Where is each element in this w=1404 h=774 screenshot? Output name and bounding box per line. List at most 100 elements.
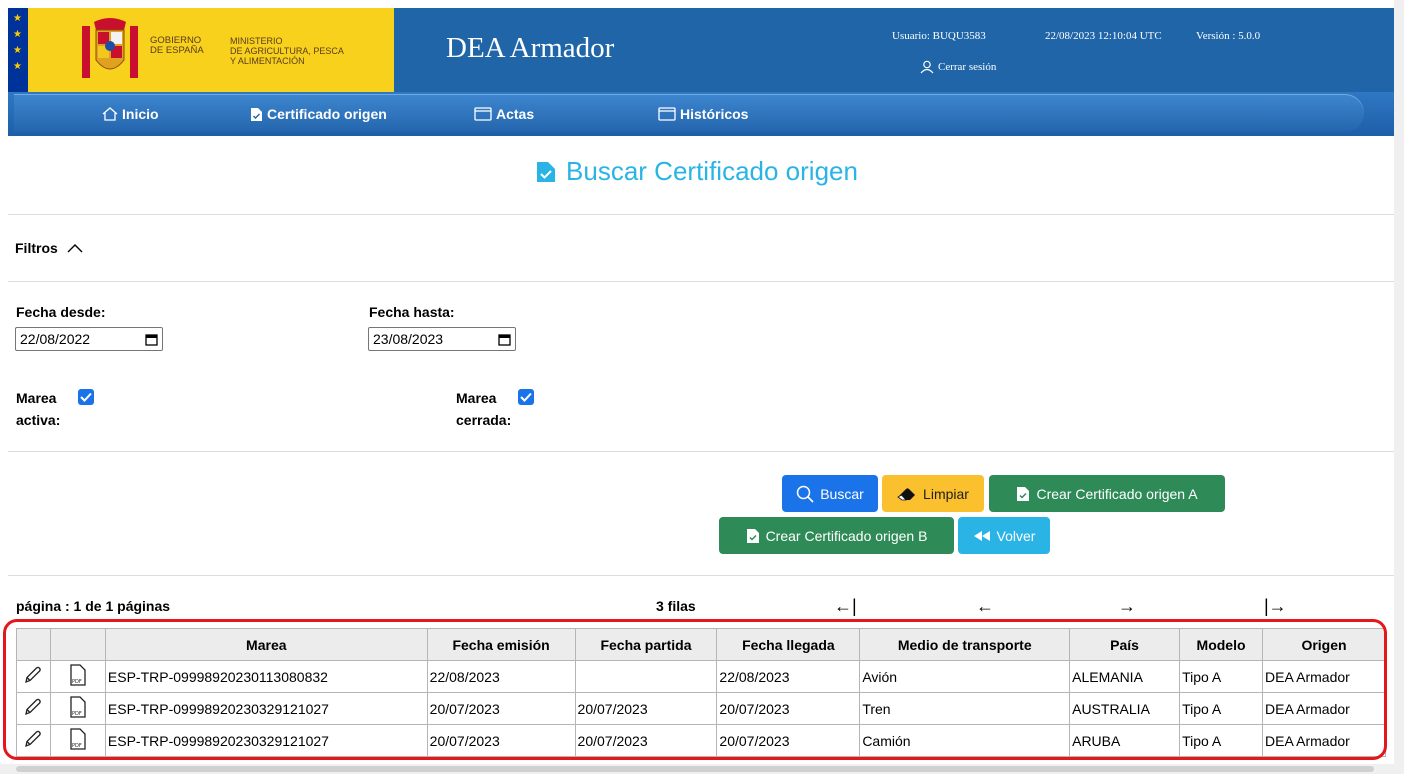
horizontal-scrollbar-thumb[interactable] [16, 766, 1374, 772]
crear-b-label: Crear Certificado origen B [765, 527, 928, 544]
pencil-icon[interactable] [23, 729, 43, 749]
column-header-marea[interactable]: Marea [104, 628, 428, 661]
vertical-scrollbar[interactable] [1394, 0, 1404, 774]
pdf-cell[interactable]: PDF [49, 692, 106, 725]
page-info: página : 1 de 1 páginas [16, 598, 171, 614]
nav-item-label: Inicio [122, 106, 159, 122]
fecha-desde-value: 22/08/2022 [20, 331, 91, 347]
volver-label: Volver [996, 527, 1036, 544]
edit-cell[interactable] [16, 660, 51, 693]
calendar-icon[interactable] [498, 333, 511, 346]
column-header-fecha-llegada[interactable]: Fecha llegada [716, 628, 861, 661]
cell-modelo: Tipo A [1179, 692, 1264, 725]
cell-fecha-llegada: 20/07/2023 [716, 692, 861, 725]
table-row: PDF ESP-TRP-09998920230329121027 20/07/2… [16, 724, 1386, 757]
checkmark-icon [80, 392, 92, 402]
nav-item-inicio[interactable]: Inicio [102, 106, 159, 122]
cell-pais: ARUBA [1069, 724, 1181, 757]
marea-cerrada-label: Marea [456, 390, 497, 406]
document-check-icon [251, 107, 262, 121]
crear-a-label: Crear Certificado origen A [1036, 485, 1198, 502]
pdf-icon[interactable]: PDF [69, 696, 87, 718]
pencil-icon[interactable] [23, 665, 43, 685]
app-header: ★ ★ ★ ★ GOBIERNO DE ESPAÑA MINISTERIO DE… [8, 8, 1394, 92]
svg-text:PDF: PDF [72, 743, 82, 749]
svg-text:PDF: PDF [72, 711, 82, 717]
results-table-wrapper: Marea Fecha emisión Fecha partida Fecha … [16, 628, 1386, 757]
divider [8, 575, 1394, 576]
table-row: PDF ESP-TRP-09998920230329121027 20/07/2… [16, 692, 1386, 725]
divider [8, 281, 1394, 282]
prev-page-button[interactable]: ← [976, 596, 994, 617]
main-nav: Inicio Certificado origen Actas Históric… [8, 92, 1394, 136]
user-icon [920, 60, 934, 74]
column-header-origen[interactable]: Origen [1262, 628, 1386, 661]
next-page-button[interactable]: → [1118, 596, 1136, 617]
fecha-hasta-input[interactable]: 23/08/2023 [368, 327, 516, 351]
ministry-label: MINISTERIO DE AGRICULTURA, PESCA Y ALIME… [230, 36, 344, 66]
logout-label: Cerrar sesión [938, 61, 997, 73]
marea-activa-label: Marea [16, 390, 57, 406]
cell-medio-transporte: Camión [859, 724, 1071, 757]
cell-origen: DEA Armador [1262, 724, 1386, 757]
page-title: Buscar Certificado origen [0, 156, 1394, 187]
pencil-icon[interactable] [23, 697, 43, 717]
page-title-text: Buscar Certificado origen [566, 156, 858, 186]
column-header [49, 628, 106, 661]
buscar-button[interactable]: Buscar [782, 475, 878, 512]
cell-medio-transporte: Avión [859, 660, 1071, 693]
cell-origen: DEA Armador [1262, 692, 1386, 725]
column-header-fecha-emision[interactable]: Fecha emisión [426, 628, 576, 661]
filters-toggle[interactable]: Filtros [15, 240, 84, 256]
cell-fecha-llegada: 20/07/2023 [716, 724, 861, 757]
search-icon [796, 485, 814, 503]
user-label: Usuario: BUQU3583 [892, 30, 986, 42]
nav-item-certificado-origen[interactable]: Certificado origen [250, 106, 387, 122]
cell-marea: ESP-TRP-09998920230329121027 [104, 692, 428, 725]
crear-certificado-b-button[interactable]: Crear Certificado origen B [719, 517, 954, 554]
home-icon [102, 107, 118, 121]
cell-modelo: Tipo A [1179, 660, 1264, 693]
pdf-cell[interactable]: PDF [49, 660, 106, 693]
first-page-button[interactable]: ←| [834, 596, 857, 617]
eraser-icon [897, 487, 916, 500]
pdf-icon[interactable]: PDF [69, 728, 87, 750]
cell-fecha-emision: 22/08/2023 [426, 660, 576, 693]
pdf-icon[interactable]: PDF [69, 664, 87, 686]
crear-certificado-a-button[interactable]: Crear Certificado origen A [989, 475, 1225, 512]
cell-fecha-emision: 20/07/2023 [426, 692, 576, 725]
marea-activa-checkbox[interactable] [78, 389, 94, 405]
column-header-medio-transporte[interactable]: Medio de transporte [859, 628, 1071, 661]
pdf-cell[interactable]: PDF [49, 724, 106, 757]
limpiar-button[interactable]: Limpiar [882, 475, 984, 512]
cell-marea: ESP-TRP-09998920230113080832 [104, 660, 428, 693]
volver-button[interactable]: Volver [958, 517, 1050, 554]
column-header [16, 628, 51, 661]
document-check-icon [537, 161, 556, 182]
table-header-row: Marea Fecha emisión Fecha partida Fecha … [16, 628, 1386, 661]
marea-cerrada-checkbox[interactable] [518, 389, 534, 405]
calendar-icon[interactable] [145, 333, 158, 346]
nav-item-label: Certificado origen [267, 106, 387, 122]
edit-cell[interactable] [16, 692, 51, 725]
fecha-desde-input[interactable]: 22/08/2022 [15, 327, 163, 351]
last-page-button[interactable]: |→ [1264, 596, 1287, 617]
fecha-desde-label: Fecha desde: [16, 304, 106, 320]
document-check-icon [746, 528, 759, 543]
cell-fecha-llegada: 22/08/2023 [716, 660, 861, 693]
cell-pais: ALEMANIA [1069, 660, 1181, 693]
cell-origen: DEA Armador [1262, 660, 1386, 693]
marea-activa-label-2: activa: [16, 412, 61, 428]
nav-item-historicos[interactable]: Históricos [658, 106, 748, 122]
divider [8, 451, 1394, 452]
table-row: PDF ESP-TRP-09998920230113080832 22/08/2… [16, 660, 1386, 693]
column-header-pais[interactable]: País [1069, 628, 1181, 661]
nav-item-actas[interactable]: Actas [474, 106, 534, 122]
edit-cell[interactable] [16, 724, 51, 757]
column-header-fecha-partida[interactable]: Fecha partida [574, 628, 718, 661]
logout-link[interactable]: Cerrar sesión [920, 60, 996, 74]
rows-info: 3 filas [656, 598, 696, 614]
cell-fecha-partida [574, 660, 718, 693]
column-header-modelo[interactable]: Modelo [1179, 628, 1264, 661]
nav-item-label: Actas [496, 106, 535, 122]
